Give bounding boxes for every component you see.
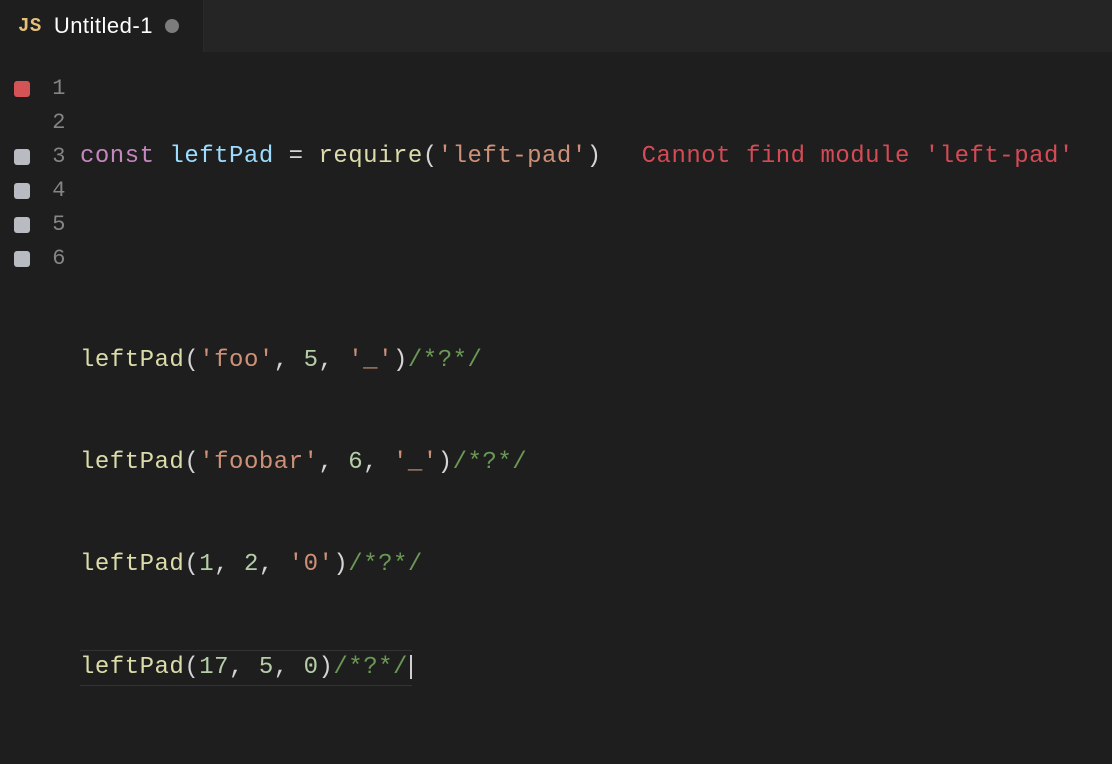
inline-error: Cannot find module 'left-pad' bbox=[642, 143, 1074, 170]
text-cursor-icon bbox=[410, 655, 412, 679]
line-number: 3 bbox=[44, 140, 66, 174]
code-line[interactable]: leftPad('foo', 5, '_')/*?*/ bbox=[80, 344, 1112, 378]
gutter-not-run-icon bbox=[14, 217, 30, 233]
unsaved-dot-icon bbox=[165, 19, 179, 33]
tab-title: Untitled-1 bbox=[54, 13, 153, 39]
gutter-not-run-icon bbox=[14, 183, 30, 199]
line-numbers: 1 2 3 4 5 6 bbox=[44, 72, 80, 752]
code-editor[interactable]: 1 2 3 4 5 6 const leftPad = require('lef… bbox=[0, 52, 1112, 764]
code-line[interactable]: leftPad('foobar', 6, '_')/*?*/ bbox=[80, 446, 1112, 480]
editor-tab[interactable]: JS Untitled-1 bbox=[0, 0, 204, 52]
gutter-not-run-icon bbox=[14, 149, 30, 165]
code-line[interactable]: leftPad(17, 5, 0)/*?*/ bbox=[80, 650, 1112, 684]
quokka-gutter bbox=[0, 72, 44, 752]
code-content[interactable]: const leftPad = require('left-pad')Canno… bbox=[80, 72, 1112, 752]
gutter-not-run-icon bbox=[14, 251, 30, 267]
tab-bar: JS Untitled-1 bbox=[0, 0, 1112, 52]
line-number: 4 bbox=[44, 174, 66, 208]
line-number: 1 bbox=[44, 72, 66, 106]
line-number: 6 bbox=[44, 242, 66, 276]
line-number: 5 bbox=[44, 208, 66, 242]
line-number: 2 bbox=[44, 106, 66, 140]
code-line[interactable]: const leftPad = require('left-pad')Canno… bbox=[80, 140, 1112, 174]
code-line[interactable]: leftPad(1, 2, '0')/*?*/ bbox=[80, 548, 1112, 582]
js-file-icon: JS bbox=[18, 15, 42, 37]
gutter-blank bbox=[14, 106, 30, 140]
code-line[interactable] bbox=[80, 242, 1112, 276]
gutter-error-icon bbox=[14, 81, 30, 97]
